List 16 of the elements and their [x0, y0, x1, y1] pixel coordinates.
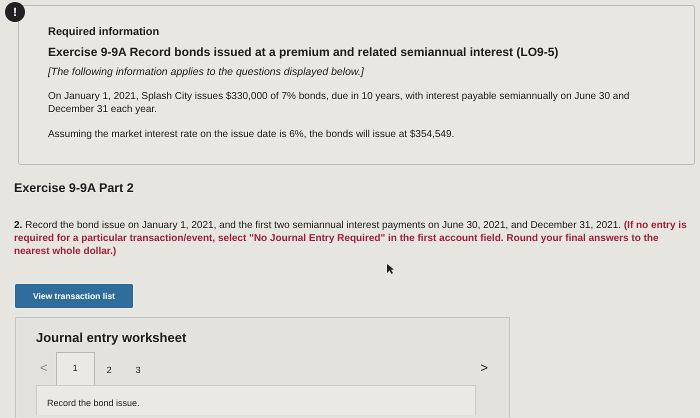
info-paragraph: Assuming the market interest rate on the issue date is 6%, the bonds will issue at $354,549.: [48, 128, 456, 141]
worksheet-tab[interactable]: 1: [56, 352, 95, 385]
worksheet-tab[interactable]: 3: [124, 365, 153, 385]
exercise-title: Exercise 9-9A Record bonds issued at a premium and related semiannual interest (LO9-5): [48, 45, 560, 59]
info-heading: Required information: [48, 26, 160, 38]
cursor-icon: [386, 263, 395, 275]
part-title: Exercise 9-9A Part 2: [14, 181, 135, 195]
worksheet-tab[interactable]: 2: [94, 365, 124, 385]
view-transaction-list-button[interactable]: View transaction list: [15, 284, 133, 308]
alert-icon: !: [5, 2, 25, 22]
worksheet-title: Journal entry worksheet: [36, 330, 188, 345]
instruction-text: Record the bond issue.: [47, 398, 140, 408]
next-button[interactable]: >: [476, 360, 496, 385]
info-paragraph: On January 1, 2021, Splash City issues $330,000 of 7% bonds, due in 10 years, with interest payable semiannually on June 30 and December 31 each year.: [48, 90, 630, 116]
info-note: [The following information applies to the questions displayed below.]: [48, 66, 365, 78]
question-text: 2. Record the bond issue on January 1, 2021, and the first two semiannual interest payments on June 30, 2021, and December 31, 2021. (If no entry is required for a particular transaction/event, select "No Journal Entry Required" in the first account field. Round your final answers to the nearest whole dollar.): [14, 219, 688, 258]
